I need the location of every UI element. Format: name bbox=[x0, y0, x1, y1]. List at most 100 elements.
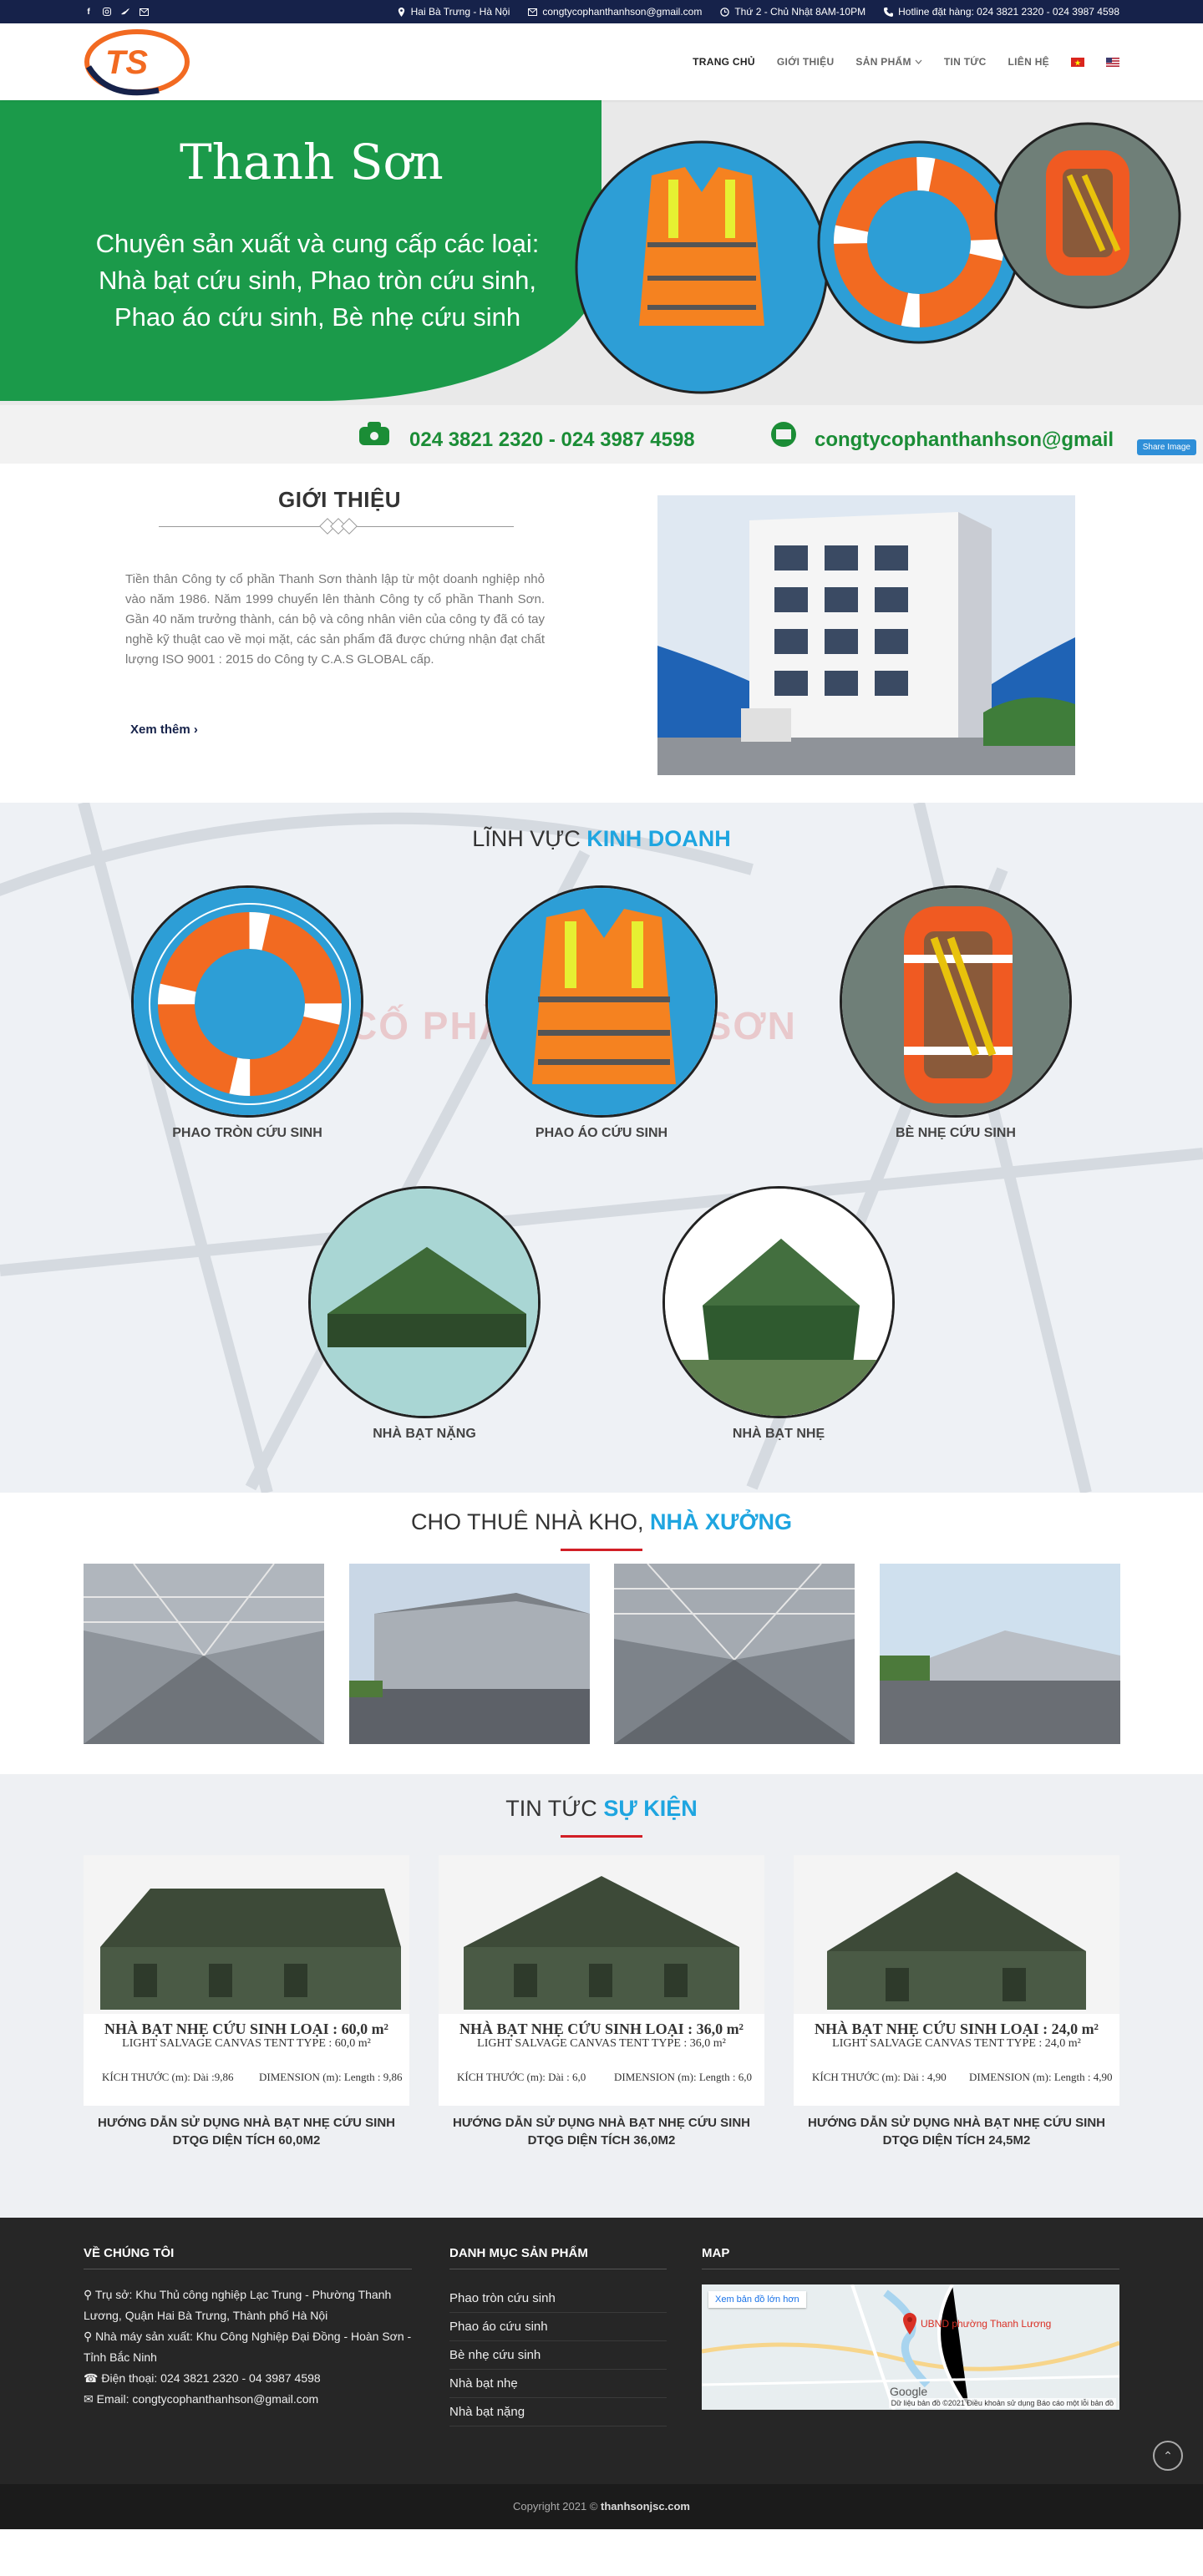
google-map[interactable]: Xem bản đồ lớn hơn UBND phường Thanh Lươ… bbox=[702, 2284, 1119, 2410]
warehouse-photo[interactable] bbox=[614, 1564, 855, 1744]
news-thumbnail: NHÀ BẠT NHẸ CỨU SINH LOẠI : 36,0 m² LIGH… bbox=[439, 1855, 764, 2106]
warehouse-photo[interactable] bbox=[349, 1564, 590, 1744]
svg-text:TS: TS bbox=[105, 44, 148, 81]
twitter-icon[interactable] bbox=[120, 7, 130, 17]
site-logo[interactable]: TS bbox=[84, 27, 190, 97]
map-pin-icon: ⚲ bbox=[84, 2288, 93, 2301]
news-heading-a: TIN TỨC bbox=[505, 1796, 597, 1821]
address-info: Hai Bà Trưng - Hà Nội bbox=[397, 6, 510, 18]
email-info[interactable]: congtycophanthanhson@gmail.com bbox=[528, 6, 702, 18]
business-item[interactable]: NHÀ BẠT NẶNG bbox=[307, 1186, 541, 1442]
footer-products: DANH MỤC SẢN PHẨM Phao tròn cứu sinh Pha… bbox=[449, 2246, 667, 2426]
warehouse-photo[interactable] bbox=[84, 1564, 324, 1744]
news-thumbnail: NHÀ BẠT NHẸ CỨU SINH LOẠI : 60,0 m² LIGH… bbox=[84, 1855, 409, 2106]
read-more-label: Xem thêm bbox=[130, 723, 190, 737]
share-image-button[interactable]: Share Image bbox=[1136, 439, 1196, 455]
product-link[interactable]: Nhà bạt nặng bbox=[449, 2398, 667, 2426]
instagram-icon[interactable] bbox=[102, 7, 112, 17]
product-link[interactable]: Phao tròn cứu sinh bbox=[449, 2284, 667, 2313]
business-heading-a: LĨNH VỰC bbox=[472, 826, 581, 851]
banner-title: Thanh Sơn bbox=[180, 134, 444, 190]
chevron-right-icon: › bbox=[193, 723, 198, 737]
copyright-text: Copyright 2021 © bbox=[513, 2500, 598, 2513]
banner-subtitle: Chuyên sản xuất và cung cấp các loại: Nh… bbox=[95, 229, 540, 332]
heading-underline bbox=[561, 1835, 642, 1838]
company-building-image bbox=[657, 495, 1075, 775]
footer-phone[interactable]: ☎ Điện thoại: 024 3821 2320 - 04 3987 45… bbox=[84, 2368, 412, 2389]
footer-email[interactable]: ✉ Email: congtycophanthanhson@gmail.com bbox=[84, 2389, 412, 2410]
map-pin-icon bbox=[398, 7, 404, 17]
us-flag-icon[interactable] bbox=[1106, 57, 1119, 67]
hotline-info[interactable]: Hotline đặt hàng: 024 3821 2320 - 024 39… bbox=[884, 6, 1119, 18]
news-heading-b: SỰ KIỆN bbox=[603, 1796, 698, 1821]
news-image-dims: KÍCH THƯỚC (m): Dài : 6,0 bbox=[457, 2071, 586, 2083]
divider-ornament bbox=[341, 518, 358, 535]
head-office-text: Trụ sở: Khu Thủ công nghiệp Lạc Trung - … bbox=[84, 2288, 392, 2322]
product-link[interactable]: Nhà bạt nhẹ bbox=[449, 2370, 667, 2398]
view-larger-map-button[interactable]: Xem bản đồ lớn hơn bbox=[708, 2291, 806, 2308]
map-attribution[interactable]: Dữ liệu bản đồ ©2021 Điều khoản sử dụng … bbox=[888, 2398, 1116, 2408]
business-item[interactable]: PHAO TRÒN CỨU SINH bbox=[130, 885, 364, 1141]
news-image-caption-en: LIGHT SALVAGE CANVAS TENT TYPE : 24,0 m² bbox=[832, 2037, 1081, 2050]
ring-buoy-image bbox=[131, 885, 363, 1118]
nav-home[interactable]: TRANG CHỦ bbox=[693, 56, 755, 68]
warehouse-heading-b: NHÀ XƯỞNG bbox=[650, 1509, 792, 1534]
email-icon bbox=[771, 422, 796, 447]
nav-about[interactable]: GIỚI THIỆU bbox=[777, 56, 835, 68]
footer-map: MAP Xem bản đồ lớn hơn UBND phường Thanh… bbox=[702, 2246, 1119, 2410]
intro-heading: GIỚI THIỆU bbox=[278, 487, 402, 512]
business-item[interactable]: BÈ NHẸ CỨU SINH bbox=[839, 885, 1073, 1141]
email-text: congtycophanthanhson@gmail.com bbox=[542, 6, 703, 18]
mail-icon[interactable] bbox=[139, 7, 149, 17]
copyright-bar: Copyright 2021 © thanhsonjsc.com bbox=[0, 2484, 1203, 2529]
map-pin-icon: ⚲ bbox=[84, 2330, 93, 2343]
product-list: Phao tròn cứu sinh Phao áo cứu sinh Bè n… bbox=[449, 2284, 667, 2426]
business-heading-b: KINH DOANH bbox=[586, 826, 731, 851]
product-link[interactable]: Bè nhẹ cứu sinh bbox=[449, 2341, 667, 2370]
news-card[interactable]: NHÀ BẠT NHẸ CỨU SINH LOẠI : 36,0 m² LIGH… bbox=[439, 1855, 764, 2149]
vietnam-flag-icon[interactable] bbox=[1071, 57, 1084, 67]
business-item-label: BÈ NHẸ CỨU SINH bbox=[896, 1126, 1016, 1140]
chevron-down-icon bbox=[915, 59, 922, 64]
news-image-dims-en: DIMENSION (m): Length : 6,0 bbox=[614, 2071, 753, 2083]
product-link[interactable]: Phao áo cứu sinh bbox=[449, 2313, 667, 2341]
nav-contact[interactable]: LIÊN HỆ bbox=[1008, 56, 1049, 68]
news-title[interactable]: HƯỚNG DẪN SỬ DỤNG NHÀ BẠT NHẸ CỨU SINH D… bbox=[794, 2114, 1119, 2149]
news-heading: TIN TỨC SỰ KIỆN bbox=[0, 1796, 1203, 1822]
clock-icon bbox=[720, 7, 730, 17]
news-image-dims-en: DIMENSION (m): Length : 4,90 bbox=[969, 2071, 1113, 2083]
business-item[interactable]: PHAO ÁO CỨU SINH bbox=[485, 885, 718, 1141]
business-section: CỐ PHẦN THANH SƠN LĨNH VỰC KINH DOANH PH… bbox=[0, 803, 1203, 1493]
warehouse-heading-a: CHO THUÊ NHÀ KHO, bbox=[411, 1509, 644, 1534]
banner-email[interactable]: congtycophanthanhson@gmail bbox=[815, 428, 1114, 452]
address-text: Hai Bà Trưng - Hà Nội bbox=[410, 6, 510, 18]
map-pin-label: UBND phường Thanh Lương bbox=[921, 2318, 1052, 2330]
news-card[interactable]: NHÀ BẠT NHẸ CỨU SINH LOẠI : 60,0 m² LIGH… bbox=[84, 1855, 409, 2149]
footer-about: VỀ CHÚNG TÔI ⚲ Trụ sở: Khu Thủ công nghi… bbox=[84, 2246, 412, 2410]
footer-about-title: VỀ CHÚNG TÔI bbox=[84, 2246, 412, 2269]
back-to-top-button[interactable]: ⌃ bbox=[1153, 2441, 1183, 2471]
warehouse-heading: CHO THUÊ NHÀ KHO, NHÀ XƯỞNG bbox=[0, 1509, 1203, 1535]
facebook-icon[interactable]: f bbox=[84, 7, 94, 17]
warehouse-photo[interactable] bbox=[880, 1564, 1120, 1744]
news-card[interactable]: NHÀ BẠT NHẸ CỨU SINH LOẠI : 24,0 m² LIGH… bbox=[794, 1855, 1119, 2149]
nav-products[interactable]: SẢN PHẨM bbox=[855, 56, 922, 68]
footer-map-title: MAP bbox=[702, 2246, 1119, 2269]
news-title[interactable]: HƯỚNG DẪN SỬ DỤNG NHÀ BẠT NHẸ CỨU SINH D… bbox=[84, 2114, 409, 2149]
banner-phone[interactable]: 024 3821 2320 - 024 3987 4598 bbox=[409, 428, 695, 452]
business-item[interactable]: NHÀ BẠT NHẸ bbox=[662, 1186, 896, 1442]
read-more-link[interactable]: Xem thêm › bbox=[130, 723, 198, 737]
footer-phone-text: Điện thoại: 024 3821 2320 - 04 3987 4598 bbox=[101, 2371, 321, 2385]
news-image-caption-en: LIGHT SALVAGE CANVAS TENT TYPE : 36,0 m² bbox=[477, 2037, 726, 2050]
news-section: TIN TỨC SỰ KIỆN NHÀ BẠT NHẸ CỨU SINH LOẠ… bbox=[0, 1774, 1203, 2218]
business-heading: LĨNH VỰC KINH DOANH bbox=[0, 826, 1203, 852]
copyright-site-link[interactable]: thanhsonjsc.com bbox=[601, 2500, 690, 2513]
life-jacket-image bbox=[485, 885, 718, 1118]
hotline-text: Hotline đặt hàng: 024 3821 2320 - 024 39… bbox=[898, 6, 1119, 18]
factory-text: Nhà máy sản xuất: Khu Công Nghiệp Đại Đồ… bbox=[84, 2330, 412, 2364]
footer: VỀ CHÚNG TÔI ⚲ Trụ sở: Khu Thủ công nghi… bbox=[0, 2218, 1203, 2529]
map-pin-icon bbox=[903, 2313, 916, 2335]
business-item-label: PHAO TRÒN CỨU SINH bbox=[172, 1126, 322, 1140]
nav-news[interactable]: TIN TỨC bbox=[944, 56, 987, 68]
news-title[interactable]: HƯỚNG DẪN SỬ DỤNG NHÀ BẠT NHẸ CỨU SINH D… bbox=[439, 2114, 764, 2149]
